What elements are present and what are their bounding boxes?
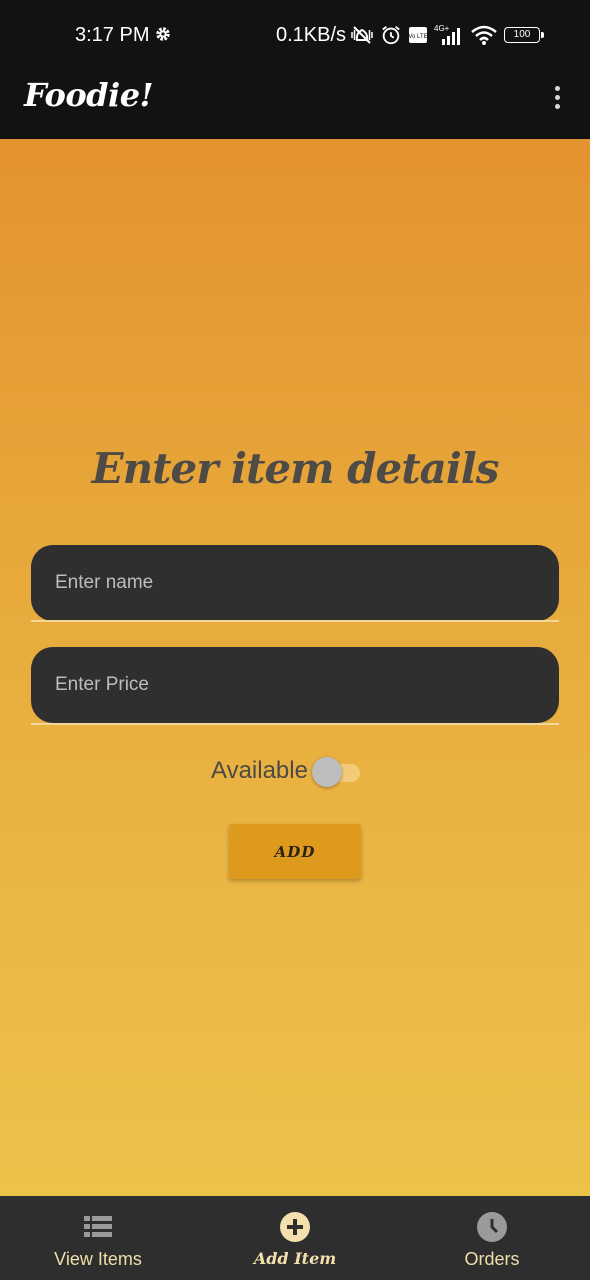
alarm-icon [382,26,400,45]
price-field-underline [31,723,559,725]
status-bar: 3:17 PM 0.1KB/s Vo LTE 4G+ 100 [0,0,590,68]
list-icon [84,1216,112,1237]
toggle-thumb [311,757,342,787]
add-circle-icon [280,1212,310,1242]
name-field-underline [31,620,559,622]
nav-label-orders: Orders [464,1249,520,1269]
gear-icon [156,27,170,41]
clock-icon [477,1212,507,1242]
status-icons: Vo LTE 4G+ 100 [350,20,544,50]
name-field[interactable] [31,545,559,621]
status-time: 3:17 PM [75,24,150,46]
available-row: Available [211,755,362,787]
available-toggle[interactable] [311,755,362,787]
add-button[interactable]: ADD [229,824,361,879]
nav-label-view-items: View Items [54,1249,142,1269]
name-input[interactable] [55,545,535,621]
wifi-icon [471,25,497,45]
volte-label: Vo LTE [408,34,427,40]
price-field[interactable] [31,647,559,723]
vibrate-muted-icon [351,26,373,44]
nav-item-add-item[interactable]: Add Item [197,1196,393,1280]
network-type: 4G+ [434,24,450,33]
signal-icon: 4G+ [434,24,460,45]
volte-icon: Vo LTE [408,27,428,43]
overflow-menu-icon[interactable] [540,80,574,114]
nav-item-view-items[interactable]: View Items [0,1196,196,1280]
battery-icon: 100 [504,27,544,43]
main-content: Enter item details Available ADD [0,139,590,1196]
price-input[interactable] [55,647,535,723]
network-speed: 0.1KB/s [276,24,347,46]
nav-item-orders[interactable]: Orders [394,1196,590,1280]
app-bar: Foodie! [0,68,590,139]
screen: 3:17 PM 0.1KB/s Vo LTE 4G+ 100 Foodie! E… [0,0,590,1280]
nav-label-add-item: Add Item [253,1249,337,1268]
app-title: Foodie! [24,76,154,114]
page-heading: Enter item details [91,444,500,493]
available-label: Available [211,757,308,784]
bottom-navigation: View Items Add Item Orders [0,1196,590,1280]
